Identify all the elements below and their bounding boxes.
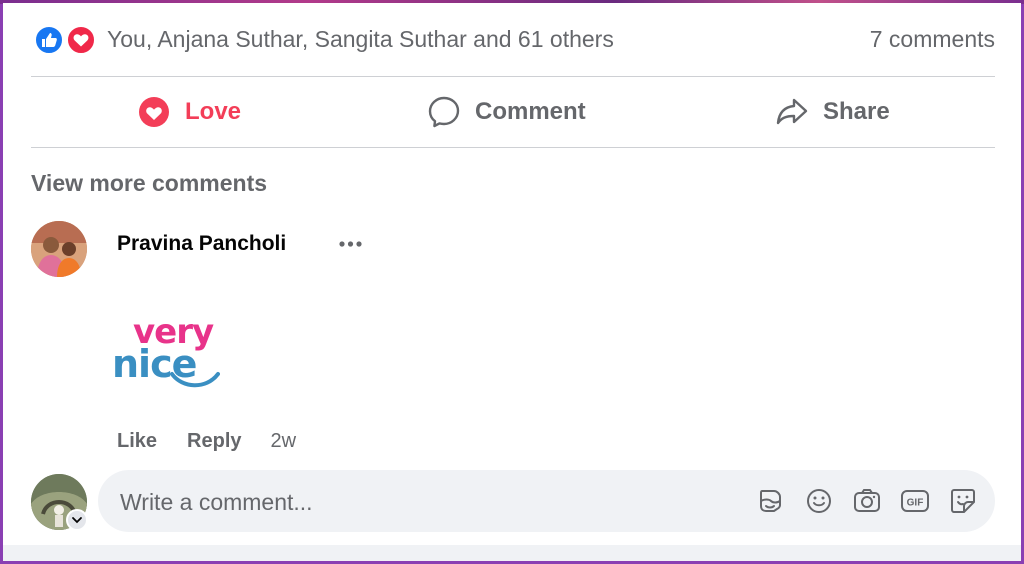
heart-icon: [66, 25, 96, 55]
post-card: [3, 3, 1021, 545]
comment-composer: GIF: [98, 470, 995, 534]
chevron-down-icon[interactable]: [66, 509, 88, 531]
comment-author[interactable]: Pravina Pancholi: [117, 232, 286, 256]
comment-button[interactable]: Comment: [427, 88, 586, 136]
svg-text:GIF: GIF: [907, 498, 924, 509]
share-button[interactable]: Share: [775, 88, 890, 136]
avatar-sticker-icon[interactable]: [756, 486, 786, 516]
comment-input[interactable]: [118, 470, 722, 534]
reaction-icons[interactable]: [34, 24, 98, 56]
comment-reply-link[interactable]: Reply: [187, 430, 241, 453]
divider: [31, 147, 995, 148]
view-more-comments-link[interactable]: View more comments: [31, 170, 267, 197]
comment-actions: Like Reply 2w: [117, 428, 296, 454]
sticker-image: very nice: [110, 312, 222, 394]
love-button[interactable]: Love: [137, 88, 241, 136]
heart-icon: [137, 95, 171, 129]
share-label: Share: [823, 98, 890, 125]
avatar[interactable]: [31, 221, 87, 277]
camera-icon[interactable]: [852, 486, 882, 516]
comment-label: Comment: [475, 98, 586, 125]
comment-icon: [427, 95, 461, 129]
reactions-bar: You, Anjana Suthar, Sangita Suthar and 6…: [31, 22, 995, 58]
comment-like-link[interactable]: Like: [117, 430, 157, 453]
share-icon: [775, 95, 809, 129]
sticker-icon[interactable]: [948, 486, 978, 516]
emoji-icon[interactable]: [804, 486, 834, 516]
divider: [31, 76, 995, 77]
more-options-icon[interactable]: [337, 232, 365, 256]
reactions-summary[interactable]: You, Anjana Suthar, Sangita Suthar and 6…: [107, 26, 614, 53]
sticker-swoosh: [170, 372, 220, 388]
comment-timestamp[interactable]: 2w: [271, 430, 297, 453]
gif-icon[interactable]: GIF: [900, 486, 930, 516]
love-label: Love: [185, 98, 242, 125]
comments-count[interactable]: 7 comments: [870, 26, 995, 53]
feed-background: [3, 545, 1021, 561]
thumbs-up-icon: [34, 25, 64, 55]
